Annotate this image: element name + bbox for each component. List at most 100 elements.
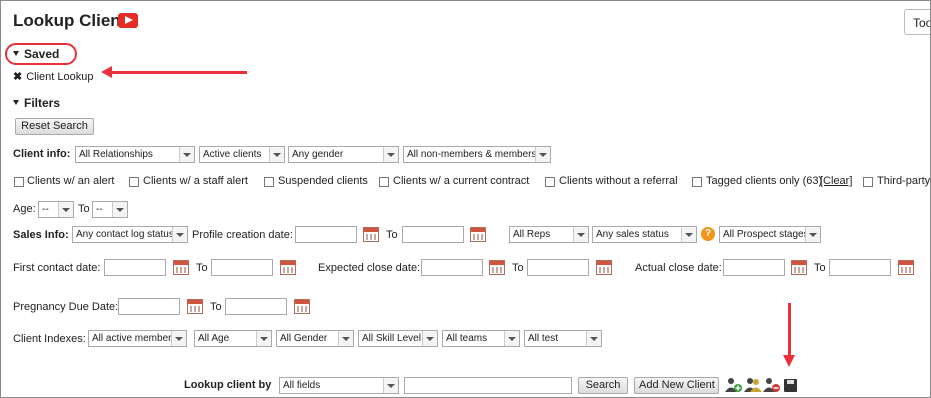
age-label: Age: bbox=[13, 203, 36, 215]
chevron-down-icon bbox=[58, 202, 73, 217]
pregnancy-due-label: Pregnancy Due Date: bbox=[13, 301, 119, 313]
expected-close-to-input[interactable] bbox=[527, 259, 589, 276]
index-select-age[interactable]: All Age bbox=[194, 330, 272, 347]
profile-creation-from-input[interactable] bbox=[295, 226, 357, 243]
client-status-select[interactable]: Active clients bbox=[199, 146, 285, 163]
calendar-icon[interactable] bbox=[173, 260, 189, 275]
age-to-label: To bbox=[78, 203, 90, 215]
profile-creation-to-label: To bbox=[386, 229, 398, 241]
index-select-test[interactable]: All test bbox=[524, 330, 602, 347]
annotation-arrow-left-icon bbox=[101, 66, 112, 78]
save-search-icon[interactable] bbox=[784, 379, 797, 392]
annotation-arrow-shaft bbox=[788, 303, 791, 359]
remove-icon[interactable]: ✖ bbox=[13, 71, 22, 83]
contact-log-select[interactable]: Any contact log status bbox=[72, 226, 188, 243]
calendar-icon[interactable] bbox=[280, 260, 296, 275]
chevron-down-icon bbox=[171, 331, 186, 346]
calendar-icon[interactable] bbox=[294, 299, 310, 314]
saved-toggle[interactable]: Saved bbox=[13, 47, 59, 61]
search-button[interactable]: Search bbox=[578, 377, 628, 394]
first-contact-label: First contact date: bbox=[13, 262, 101, 274]
video-tutorial-icon[interactable] bbox=[118, 13, 138, 28]
client-info-label: Client info: bbox=[13, 148, 71, 160]
prospect-stages-select[interactable]: All Prospect stages bbox=[719, 226, 821, 243]
pregnancy-due-to-input[interactable] bbox=[225, 298, 287, 315]
add-to-group-icon[interactable] bbox=[725, 377, 743, 393]
third-party-checkbox[interactable] bbox=[863, 177, 873, 187]
membership-select[interactable]: All non-members & members bbox=[403, 146, 551, 163]
actual-close-to-input[interactable] bbox=[829, 259, 891, 276]
chevron-down-icon bbox=[573, 227, 588, 242]
chevron-down-icon bbox=[504, 331, 519, 346]
suspended-checkbox[interactable] bbox=[264, 177, 274, 187]
tools-button[interactable]: Too bbox=[904, 9, 930, 35]
calendar-icon[interactable] bbox=[898, 260, 914, 275]
chevron-down-icon bbox=[338, 331, 353, 346]
no-referral-checkbox[interactable] bbox=[545, 177, 555, 187]
reps-select[interactable]: All Reps bbox=[509, 226, 589, 243]
saved-item-client-lookup[interactable]: ✖ Client Lookup bbox=[13, 70, 94, 83]
remove-from-group-icon[interactable] bbox=[763, 377, 781, 393]
index-select-teams[interactable]: All teams bbox=[442, 330, 520, 347]
relationship-select[interactable]: All Relationships bbox=[75, 146, 195, 163]
chevron-down-icon bbox=[535, 147, 550, 162]
calendar-icon[interactable] bbox=[596, 260, 612, 275]
pregnancy-due-to-label: To bbox=[210, 301, 222, 313]
chevron-down-icon bbox=[256, 331, 271, 346]
actual-close-from-input[interactable] bbox=[723, 259, 785, 276]
add-new-client-button[interactable]: Add New Client bbox=[634, 377, 719, 394]
lookup-client-window: Lookup Client Too Saved ✖ Client Lookup F… bbox=[0, 0, 931, 398]
help-icon[interactable]: ? bbox=[701, 227, 715, 241]
index-select-active-members[interactable]: All active members bbox=[88, 330, 187, 347]
filters-toggle[interactable]: Filters bbox=[13, 96, 60, 110]
chevron-down-icon bbox=[383, 147, 398, 162]
annotation-arrow-shaft bbox=[109, 71, 247, 74]
page-title: Lookup Client bbox=[13, 11, 127, 30]
no-referral-checkbox-label: Clients without a referral bbox=[559, 175, 678, 187]
first-contact-from-input[interactable] bbox=[104, 259, 166, 276]
caret-down-icon bbox=[13, 51, 19, 56]
calendar-icon[interactable] bbox=[791, 260, 807, 275]
age-from-select[interactable]: -- bbox=[38, 201, 74, 218]
chevron-down-icon bbox=[586, 331, 601, 346]
first-contact-to-label: To bbox=[196, 262, 208, 274]
staff-alert-checkbox-label: Clients w/ a staff alert bbox=[143, 175, 248, 187]
pregnancy-due-from-input[interactable] bbox=[118, 298, 180, 315]
chevron-down-icon bbox=[269, 147, 284, 162]
chevron-down-icon bbox=[422, 331, 437, 346]
chevron-down-icon bbox=[172, 227, 187, 242]
tagged-clients-checkbox[interactable] bbox=[692, 177, 702, 187]
calendar-icon[interactable] bbox=[363, 227, 379, 242]
caret-down-icon bbox=[13, 100, 19, 105]
client-indexes-label: Client Indexes: bbox=[13, 333, 86, 345]
saved-item-label[interactable]: Client Lookup bbox=[26, 71, 93, 83]
chevron-down-icon bbox=[179, 147, 194, 162]
expected-close-to-label: To bbox=[512, 262, 524, 274]
lookup-field-select[interactable]: All fields bbox=[279, 377, 399, 394]
gender-select[interactable]: Any gender bbox=[288, 146, 399, 163]
clear-tags-link[interactable]: [Clear] bbox=[820, 175, 852, 187]
tagged-clients-checkbox-label: Tagged clients only (63) bbox=[706, 175, 823, 187]
sales-status-select[interactable]: Any sales status bbox=[592, 226, 697, 243]
calendar-icon[interactable] bbox=[187, 299, 203, 314]
third-party-checkbox-label: Third-party bbox=[877, 175, 931, 187]
reset-search-button[interactable]: Reset Search bbox=[15, 118, 94, 135]
calendar-icon[interactable] bbox=[489, 260, 505, 275]
calendar-icon[interactable] bbox=[470, 227, 486, 242]
chevron-down-icon bbox=[681, 227, 696, 242]
alert-checkbox[interactable] bbox=[14, 177, 24, 187]
profile-creation-to-input[interactable] bbox=[402, 226, 464, 243]
index-select-gender[interactable]: All Gender bbox=[276, 330, 354, 347]
profile-creation-label: Profile creation date: bbox=[192, 229, 293, 241]
lookup-search-input[interactable] bbox=[404, 377, 572, 394]
age-to-select[interactable]: -- bbox=[92, 201, 128, 218]
first-contact-to-input[interactable] bbox=[211, 259, 273, 276]
chevron-down-icon bbox=[112, 202, 127, 217]
index-select-skill-level[interactable]: All Skill Level bbox=[358, 330, 438, 347]
current-contract-checkbox-label: Clients w/ a current contract bbox=[393, 175, 530, 187]
expected-close-from-input[interactable] bbox=[421, 259, 483, 276]
group-icon[interactable] bbox=[744, 377, 762, 393]
current-contract-checkbox[interactable] bbox=[379, 177, 389, 187]
staff-alert-checkbox[interactable] bbox=[129, 177, 139, 187]
expected-close-label: Expected close date: bbox=[318, 262, 421, 274]
